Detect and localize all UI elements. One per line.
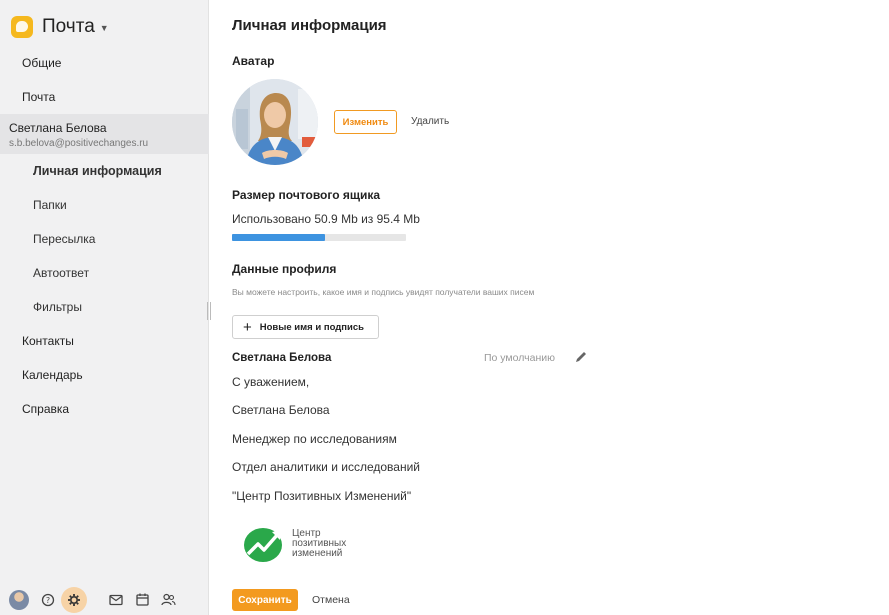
signature-default-badge: По умолчанию <box>484 352 556 364</box>
mailbox-usage-fill <box>232 234 325 241</box>
page-title: Личная информация <box>232 17 387 34</box>
settings-icon[interactable] <box>61 586 87 613</box>
user-avatar-icon[interactable] <box>9 589 29 610</box>
calendar-icon[interactable] <box>129 587 155 613</box>
sidebar-item-help[interactable]: Справка <box>0 399 209 419</box>
sidebar-item-autoreply[interactable]: Автоответ <box>0 263 209 283</box>
profile-hint: Вы можете настроить, какое имя и подпись… <box>232 287 535 297</box>
avatar-section-title: Аватар <box>232 54 275 68</box>
edit-signature-icon[interactable] <box>574 350 588 367</box>
signature-line: Менеджер по исследованиям <box>232 432 397 446</box>
mailbox-usage-bar <box>232 234 406 241</box>
sidebar-item-mail[interactable]: Почта <box>0 87 209 107</box>
contacts-icon[interactable] <box>155 587 181 613</box>
cancel-button[interactable]: Отмена <box>312 594 350 606</box>
account-email: s.b.belova@positivechanges.ru <box>9 138 149 149</box>
sidebar-item-contacts[interactable]: Контакты <box>0 331 209 351</box>
svg-text:?: ? <box>46 596 50 605</box>
profile-avatar <box>232 79 318 165</box>
new-name-signature-button[interactable]: + Новые имя и подпись <box>232 315 379 339</box>
app-title: Почта <box>42 16 95 37</box>
app-switcher[interactable]: Почта ▼ <box>11 13 109 41</box>
signature-line: "Центр Позитивных Изменений" <box>232 489 412 503</box>
mailbox-size-title: Размер почтового ящика <box>232 188 381 202</box>
sidebar-item-general[interactable]: Общие <box>0 53 209 73</box>
signature-line: Светлана Белова <box>232 403 330 417</box>
chevron-down-icon: ▼ <box>99 23 109 33</box>
mailbox-usage-text: Использовано 50.9 Mb из 95.4 Mb <box>232 212 420 226</box>
mail-icon[interactable] <box>103 587 129 613</box>
help-icon[interactable]: ? <box>35 587 61 613</box>
sidebar-item-filters[interactable]: Фильтры <box>0 297 209 317</box>
sidebar: Почта ▼ Общие Почта Светлана Белова s.b.… <box>0 0 211 615</box>
sidebar-footer: ? <box>0 584 209 615</box>
sidebar-item-forwarding[interactable]: Пересылка <box>0 229 209 249</box>
signature-name: Светлана Белова <box>232 352 332 364</box>
change-avatar-button[interactable]: Изменить <box>334 110 397 134</box>
account-name: Светлана Белова <box>9 121 107 135</box>
save-button[interactable]: Сохранить <box>232 589 298 611</box>
delete-avatar-button[interactable]: Удалить <box>411 116 449 127</box>
sidebar-item-personal-info[interactable]: Личная информация <box>0 161 209 181</box>
sidebar-item-folders[interactable]: Папки <box>0 195 209 215</box>
main-content: Личная информация Аватар Изменить Удалит… <box>210 0 889 615</box>
company-logo-icon <box>242 524 286 564</box>
signature-line: Отдел аналитики и исследований <box>232 460 420 474</box>
signature-line: С уважением, <box>232 375 310 389</box>
profile-data-title: Данные профиля <box>232 262 337 276</box>
new-name-signature-label: Новые имя и подпись <box>259 321 364 333</box>
plus-icon: + <box>243 318 252 336</box>
sidebar-account[interactable]: Светлана Белова s.b.belova@positivechang… <box>0 114 209 154</box>
company-logo-text: Центр позитивных изменений <box>292 528 347 559</box>
sidebar-item-calendar[interactable]: Календарь <box>0 365 209 385</box>
mail-app-logo-icon <box>11 16 33 38</box>
